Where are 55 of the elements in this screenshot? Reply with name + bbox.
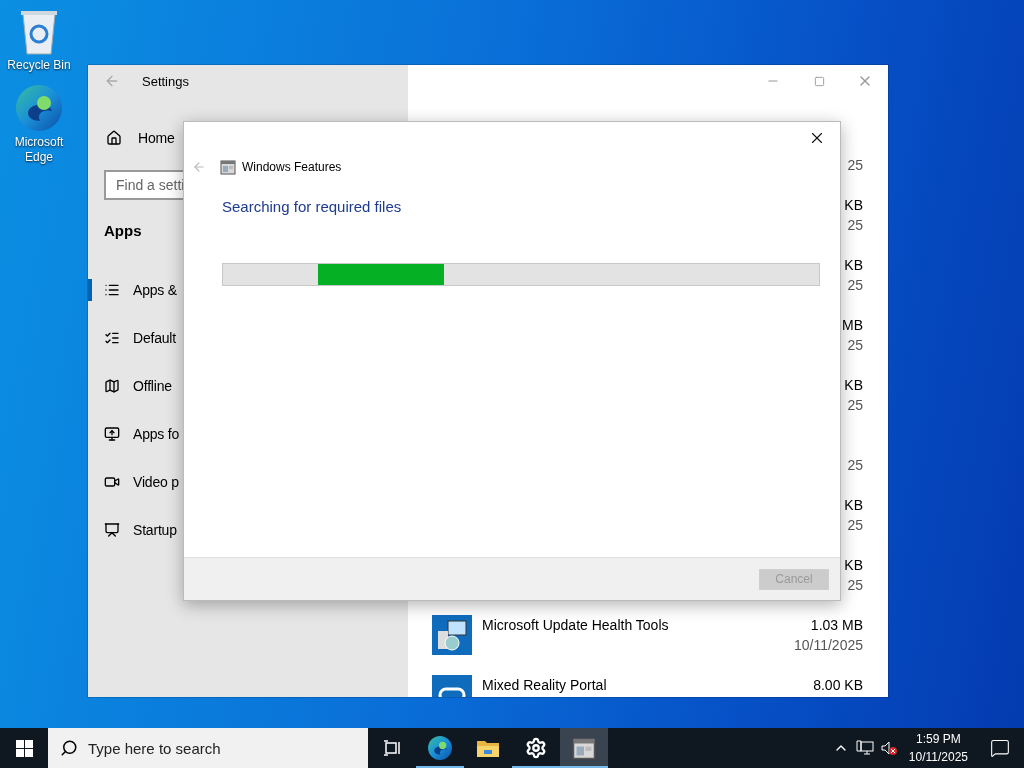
app-size: MB	[842, 316, 863, 335]
search-field[interactable]: Find a setti	[104, 170, 183, 200]
app-size: 8.00 KB	[813, 676, 863, 695]
nav-item[interactable]: Video p	[133, 474, 179, 490]
app-date: 25	[847, 216, 863, 235]
section-heading: Apps	[104, 221, 143, 241]
map-icon	[104, 378, 120, 394]
status-heading: Searching for required files	[222, 197, 403, 217]
monitor-arrow-icon	[104, 426, 120, 442]
folder-icon	[476, 738, 500, 758]
app-date: 10/11/2025	[793, 636, 863, 655]
app-date: 25	[847, 336, 863, 355]
app-date: 25	[847, 576, 863, 595]
windows-logo-icon	[15, 739, 33, 757]
screen-arrow-icon	[104, 522, 120, 538]
app-date: 25	[847, 276, 863, 295]
taskbar-app-button[interactable]	[560, 728, 608, 768]
installer-icon	[432, 615, 472, 655]
edge-icon	[14, 83, 64, 133]
app-date: 25	[847, 456, 863, 475]
nav-item[interactable]: Offline	[133, 378, 172, 394]
desktop-icon-label[interactable]: Recycle Bin	[7, 58, 71, 73]
checklist-icon	[104, 330, 120, 346]
app-name[interactable]: Mixed Reality Portal	[482, 677, 607, 693]
window-features-icon	[572, 736, 596, 760]
taskbar-search-field[interactable]: Type here to search	[48, 728, 368, 768]
app-size: KB	[844, 256, 863, 275]
video-camera-icon	[104, 474, 120, 490]
home-link[interactable]: Home	[138, 130, 175, 146]
app-date: 25	[847, 516, 863, 535]
home-icon[interactable]	[106, 130, 122, 146]
app-size: KB	[844, 196, 863, 215]
nav-item[interactable]: Startup	[133, 522, 177, 538]
edge-icon	[427, 735, 453, 761]
app-date: 25	[847, 396, 863, 415]
nav-item[interactable]: Apps &	[133, 282, 177, 298]
task-view-icon	[383, 739, 401, 757]
window-features-icon	[220, 159, 236, 175]
search-icon	[60, 739, 78, 757]
settings-icon	[525, 737, 547, 759]
app-name[interactable]: Microsoft Update Health Tools	[482, 617, 669, 633]
app-date: 25	[847, 156, 863, 175]
app-size: 1.03 MB	[810, 616, 863, 635]
desktop-icon-label[interactable]: Microsoft Edge	[7, 135, 71, 165]
maximize-icon	[813, 75, 825, 87]
list-icon	[104, 282, 120, 298]
nav-item[interactable]: Default	[133, 330, 176, 346]
app-size: KB	[844, 496, 863, 515]
window-title: Settings	[142, 73, 189, 89]
nav-item[interactable]: Apps fo	[133, 426, 180, 442]
app-size: KB	[844, 556, 863, 575]
dialog-title: Windows Features	[242, 160, 342, 174]
speech-bubble-icon	[990, 738, 1010, 758]
clock[interactable]: 1:59 PM 10/11/2025	[900, 732, 976, 764]
app-size: KB	[844, 376, 863, 395]
